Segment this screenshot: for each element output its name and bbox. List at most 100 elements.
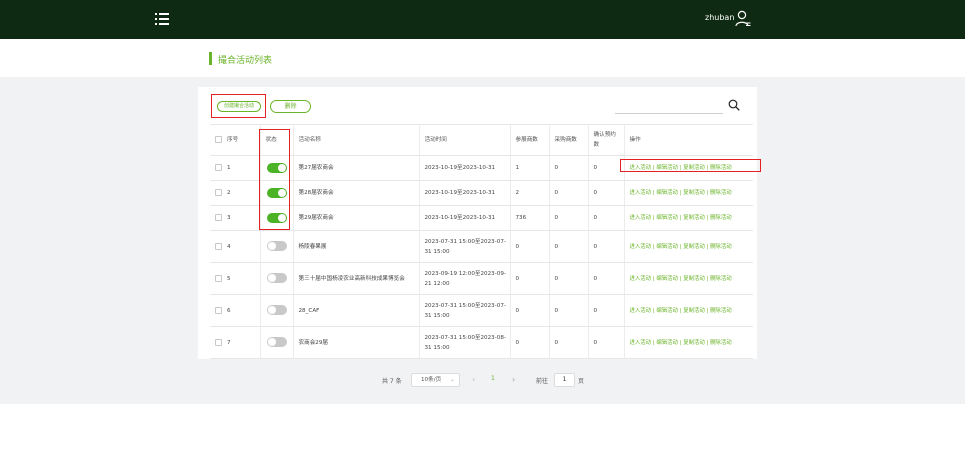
row-confirmed: 0 [587,326,624,359]
page-title-marker [209,52,212,65]
row-time: 2023-09-19 12:00至2023-09-21 12:00 [418,262,510,295]
delete-activity-link[interactable]: 删除活动 [710,190,732,196]
enter-activity-link[interactable]: 进入活动 [630,190,652,196]
page-title: 撮合活动列表 [218,56,273,66]
row-no-cell: 7 [210,326,260,359]
row-exhibitors: 0 [509,262,549,295]
table-row: 3 第29届农商会 2023-10-19至2023-10-31 736 0 0 进入活动 |… [210,205,753,231]
row-buyers: 0 [548,155,588,181]
row-no: 7 [227,339,231,346]
next-page-button[interactable]: › [512,374,522,386]
row-buyers: 0 [548,294,588,327]
header-cell-confirmed: 确认预约数 [587,124,624,156]
row-checkbox[interactable] [215,306,222,314]
row-time: 2023-07-31 15:00至2023-07-31 15:00 [418,230,510,263]
row-no-cell: 4 [210,230,260,263]
table-row: 5 第三十届中国杨凌农业高新科技成果博览会 2023-09-19 12:00至202… [210,262,753,295]
delete-activity-link[interactable]: 删除活动 [710,308,732,314]
row-exhibitors: 736 [509,205,549,231]
page-number-current[interactable]: 1 [491,375,495,382]
row-status-cell [259,326,293,359]
page-size-select[interactable]: 10条/页 ⌄ [411,373,460,387]
pagination-total: 共 7 条 [382,378,402,385]
copy-activity-link[interactable]: 复制活动 [683,215,705,221]
row-checkbox[interactable] [215,189,222,196]
user-name[interactable]: zhuban [705,13,734,22]
row-no-cell: 5 [210,262,260,295]
delete-activity-link[interactable]: 删除活动 [710,340,732,346]
copy-activity-link[interactable]: 复制活动 [683,340,705,346]
action-separator: | [679,275,682,282]
edit-activity-link[interactable]: 编辑活动 [656,215,678,221]
goto-page-input[interactable]: 1 [554,373,575,387]
enter-activity-link[interactable]: 进入活动 [630,340,652,346]
row-exhibitors: 0 [509,326,549,359]
row-checkbox[interactable] [215,274,222,282]
edit-activity-link[interactable]: 编辑活动 [656,190,678,196]
row-checkbox[interactable] [215,242,222,250]
delete-activity-link[interactable]: 删除活动 [710,215,732,221]
top-navbar: zhuban [0,0,965,39]
edit-activity-link[interactable]: 编辑活动 [656,308,678,314]
row-buyers: 0 [548,230,588,263]
enter-activity-link[interactable]: 进入活动 [630,276,652,282]
row-name: 第三十届中国杨凌农业高新科技成果博览会 [292,262,419,295]
row-confirmed: 0 [587,230,624,263]
row-no: 3 [227,215,231,221]
table-row: 7 农商会29届 2023-07-31 15:00至2023-08-31 15:00… [210,326,753,359]
row-actions: 进入活动 | 编辑活动 | 复制活动 | 删除活动 [623,205,753,231]
copy-activity-link[interactable]: 复制活动 [683,244,705,250]
menu-list-icon[interactable] [155,13,169,25]
row-checkbox[interactable] [215,338,222,346]
enter-activity-link[interactable]: 进入活动 [630,308,652,314]
row-checkbox[interactable] [215,164,222,171]
user-icon[interactable] [735,10,751,28]
status-toggle[interactable] [266,305,287,316]
edit-activity-link[interactable]: 编辑活动 [656,340,678,346]
action-separator: | [679,243,682,250]
row-no: 4 [227,243,231,250]
edit-activity-link[interactable]: 编辑活动 [656,244,678,250]
delete-activity-link[interactable]: 删除活动 [710,244,732,250]
copy-activity-link[interactable]: 复制活动 [683,308,705,314]
action-separator: | [652,307,655,314]
enter-activity-link[interactable]: 进入活动 [630,244,652,250]
row-no-cell: 2 [210,180,260,206]
row-name: 杨陵春果展 [292,230,419,263]
header-cell-no: 序号 [210,124,260,156]
row-actions: 进入活动 | 编辑活动 | 复制活动 | 删除活动 [623,326,753,359]
row-exhibitors: 0 [509,294,549,327]
status-toggle[interactable] [266,273,287,284]
action-separator: | [652,339,655,346]
row-no-cell: 1 [210,155,260,181]
row-time: 2023-07-31 15:00至2023-07-31 15:00 [418,294,510,327]
row-no: 2 [227,190,231,196]
enter-activity-link[interactable]: 进入活动 [630,215,652,221]
action-separator: | [652,190,655,196]
delete-activity-link[interactable]: 删除活动 [710,276,732,282]
status-toggle[interactable] [266,337,287,348]
header-cell-actions: 操作 [623,124,753,156]
header-cell-name: 活动名称 [292,124,419,156]
copy-activity-link[interactable]: 复制活动 [683,276,705,282]
search-icon[interactable] [728,99,740,111]
action-separator: | [706,190,709,196]
row-checkbox[interactable] [215,214,222,221]
action-separator: | [652,275,655,282]
highlight-row1-actions [620,159,761,172]
row-name: 28_CAF [292,294,419,327]
prev-page-button[interactable]: ‹ [472,374,482,386]
header-cell-buyers: 采购商数 [548,124,588,156]
row-actions: 进入活动 | 编辑活动 | 复制活动 | 删除活动 [623,230,753,263]
row-buyers: 0 [548,180,588,206]
row-confirmed: 0 [587,180,624,206]
row-confirmed: 0 [587,205,624,231]
edit-activity-link[interactable]: 编辑活动 [656,276,678,282]
row-confirmed: 0 [587,155,624,181]
select-all-checkbox[interactable] [215,136,222,143]
status-toggle[interactable] [266,241,287,252]
action-separator: | [679,215,682,221]
copy-activity-link[interactable]: 复制活动 [683,190,705,196]
delete-button[interactable]: 删除 [270,100,311,113]
search-input[interactable] [615,113,723,114]
